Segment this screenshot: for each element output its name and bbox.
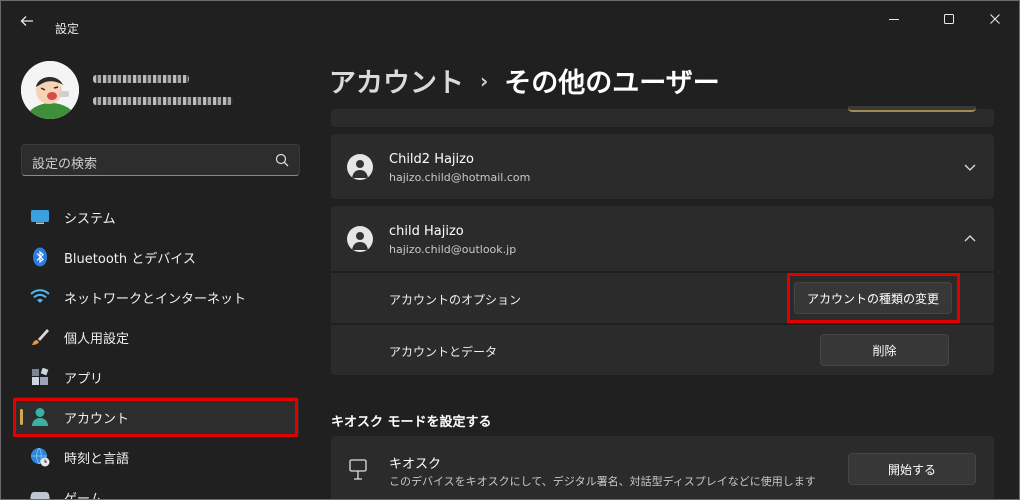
- breadcrumb-parent[interactable]: アカウント: [329, 61, 464, 100]
- chevron-down-icon[interactable]: [962, 159, 978, 175]
- account-options-row: アカウントのオプション アカウントの種類の変更: [331, 273, 994, 323]
- settings-window: 設定 設定の検索 システム Bluetooth とデバイス ネットワークとインタ…: [0, 0, 1020, 500]
- start-kiosk-button[interactable]: 開始する: [848, 453, 976, 485]
- bluetooth-icon: [30, 247, 50, 267]
- settings-search[interactable]: 設定の検索: [21, 144, 300, 176]
- maximize-button[interactable]: [926, 5, 972, 33]
- sidebar-item-bluetooth[interactable]: Bluetooth とデバイス: [13, 237, 299, 277]
- sidebar-nav: システム Bluetooth とデバイス ネットワークとインターネット 個人用設…: [13, 197, 299, 500]
- account-data-row: アカウントとデータ 削除: [331, 325, 994, 375]
- close-button[interactable]: [972, 5, 1018, 33]
- user-profile[interactable]: [21, 61, 291, 121]
- brush-icon: [30, 327, 50, 347]
- user-name: child Hajizo: [389, 224, 464, 239]
- monitor-icon: [30, 207, 50, 227]
- arrow-left-icon: [20, 16, 33, 26]
- title-bar: 設定: [1, 1, 1019, 41]
- kiosk-description: このデバイスをキオスクにして、デジタル署名、対話型ディスプレイなどに使用します: [389, 475, 816, 488]
- kiosk-section-title: キオスク モードを設定する: [331, 415, 492, 430]
- delete-button[interactable]: 削除: [820, 334, 949, 366]
- breadcrumb: アカウント › その他のユーザー: [329, 61, 720, 100]
- sidebar-item-label: Bluetooth とデバイス: [64, 251, 196, 267]
- person-icon: [30, 407, 50, 427]
- close-icon: [990, 14, 1000, 24]
- partial-button[interactable]: [848, 106, 976, 112]
- minimize-icon: [889, 19, 899, 20]
- kiosk-title: キオスク: [389, 457, 442, 472]
- sidebar-item-personalization[interactable]: 個人用設定: [13, 317, 299, 357]
- kiosk-icon: [349, 459, 367, 480]
- sidebar-item-time-language[interactable]: 時刻と言語: [13, 437, 299, 477]
- breadcrumb-separator: ›: [480, 68, 489, 93]
- user-name: Child2 Hajizo: [389, 152, 474, 167]
- sidebar-item-accounts[interactable]: アカウント: [13, 397, 299, 437]
- sidebar-item-gaming[interactable]: ゲーム: [13, 477, 299, 500]
- wifi-icon: [30, 287, 50, 307]
- chevron-up-icon[interactable]: [962, 231, 978, 247]
- account-options-label: アカウントのオプション: [389, 293, 522, 307]
- gamepad-icon: [30, 487, 50, 499]
- redacted-name: [93, 75, 189, 83]
- window-title: 設定: [55, 22, 80, 36]
- sidebar-item-label: ネットワークとインターネット: [64, 291, 247, 307]
- person-icon: [352, 160, 368, 178]
- maximize-icon: [944, 14, 954, 24]
- back-button[interactable]: [13, 9, 41, 33]
- active-indicator: [20, 409, 23, 425]
- partial-card: [331, 106, 994, 127]
- user-email: hajizo.child@hotmail.com: [389, 171, 531, 184]
- profile-picture-icon: [21, 61, 79, 119]
- user-card-child2[interactable]: Child2 Hajizo hajizo.child@hotmail.com: [331, 134, 994, 199]
- user-avatar: [347, 226, 373, 252]
- sidebar-item-label: ゲーム: [64, 491, 103, 500]
- sidebar-item-label: アプリ: [64, 371, 104, 387]
- page-title: その他のユーザー: [504, 68, 720, 99]
- search-icon[interactable]: [275, 153, 289, 167]
- user-email: hajizo.child@outlook.jp: [389, 243, 517, 256]
- sidebar-item-network[interactable]: ネットワークとインターネット: [13, 277, 299, 317]
- account-data-label: アカウントとデータ: [389, 345, 498, 359]
- apps-icon: [30, 367, 50, 387]
- user-card-child[interactable]: child Hajizo hajizo.child@outlook.jp: [331, 206, 994, 271]
- search-input[interactable]: 設定の検索: [32, 153, 97, 172]
- sidebar-item-label: 時刻と言語: [64, 451, 130, 467]
- minimize-button[interactable]: [871, 5, 917, 33]
- sidebar-item-label: アカウント: [64, 411, 130, 427]
- sidebar-item-system[interactable]: システム: [13, 197, 299, 237]
- sidebar-item-apps[interactable]: アプリ: [13, 357, 299, 397]
- user-avatar: [347, 154, 373, 180]
- sidebar-item-label: システム: [64, 211, 116, 227]
- avatar: [21, 61, 79, 119]
- change-account-type-button[interactable]: アカウントの種類の変更: [794, 282, 952, 314]
- person-icon: [352, 232, 368, 250]
- globe-clock-icon: [30, 447, 50, 467]
- sidebar-item-label: 個人用設定: [64, 331, 130, 347]
- redacted-email: [93, 97, 233, 105]
- kiosk-card: キオスク このデバイスをキオスクにして、デジタル署名、対話型ディスプレイなどに使…: [331, 436, 994, 499]
